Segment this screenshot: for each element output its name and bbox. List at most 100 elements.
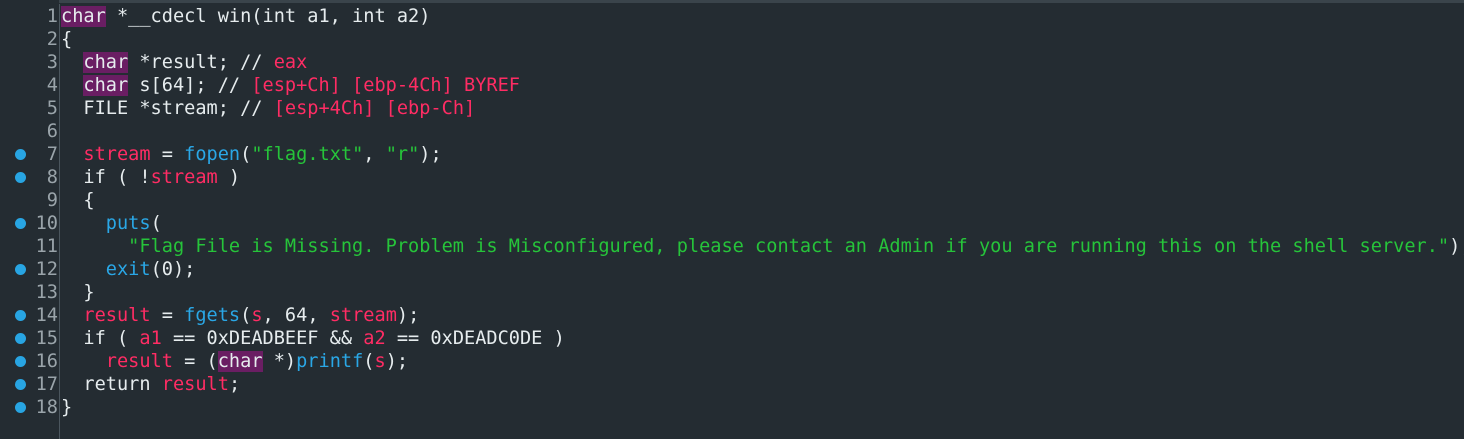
declaration[interactable]: FILE *stream; //	[83, 98, 273, 119]
variable[interactable]: s	[374, 351, 385, 372]
code-line-1[interactable]: 1 char *__cdecl win(int a1, int a2)	[0, 5, 1464, 28]
keyword[interactable]: if (	[83, 328, 139, 349]
line-number: 16	[35, 351, 58, 372]
line-number: 3	[46, 52, 58, 73]
line-number: 1	[46, 6, 58, 27]
pseudocode-editor[interactable]: 1 char *__cdecl win(int a1, int a2) 2 { …	[0, 0, 1464, 439]
code-text[interactable]: char *__cdecl win(int a1, int a2)	[61, 5, 430, 28]
function-call[interactable]: fopen	[184, 144, 240, 165]
comparison: == 0xDEADC0DE )	[385, 328, 565, 349]
code-text[interactable]: }	[61, 281, 94, 304]
code-line-16[interactable]: 16 result = (char *)printf(s);	[0, 350, 1464, 373]
code-line-6[interactable]: 6	[0, 120, 1464, 143]
paren: );	[396, 305, 420, 326]
breakpoint-icon[interactable]	[15, 333, 26, 344]
line-number: 4	[46, 75, 58, 96]
code-line-3[interactable]: 3 char *result; // eax	[0, 51, 1464, 74]
code-text[interactable]: result = (char *)printf(s);	[61, 350, 408, 373]
variable[interactable]: stream	[151, 167, 218, 188]
paren: );	[1449, 236, 1464, 257]
code-text[interactable]: {	[61, 189, 94, 212]
code-text[interactable]: {	[61, 28, 72, 51]
variable[interactable]: stream	[83, 144, 150, 165]
breakpoint-icon[interactable]	[15, 218, 26, 229]
brace[interactable]: }	[61, 397, 72, 418]
code-text[interactable]: return result;	[61, 373, 240, 396]
line-number: 6	[46, 121, 58, 142]
code-line-11[interactable]: 11 "Flag File is Missing. Problem is Mis…	[0, 235, 1464, 258]
function-call[interactable]: exit	[106, 259, 151, 280]
string-literal[interactable]: "Flag File is Missing. Problem is Miscon…	[128, 236, 1449, 257]
code-line-5[interactable]: 5 FILE *stream; // [esp+4Ch] [ebp-Ch]	[0, 97, 1464, 120]
signature[interactable]: *__cdecl win(int a1, int a2)	[106, 6, 430, 27]
register-comment: eax	[273, 52, 308, 73]
breakpoint-icon[interactable]	[15, 172, 26, 183]
code-text[interactable]: char *result; // eax	[61, 51, 307, 74]
type-keyword[interactable]: char	[217, 351, 263, 372]
declaration[interactable]: s[64]; //	[128, 75, 251, 96]
register-comment: [esp+4Ch] [ebp-Ch]	[273, 98, 476, 119]
code-text[interactable]: exit(0);	[61, 258, 196, 281]
code-line-17[interactable]: 17 return result;	[0, 373, 1464, 396]
function-call[interactable]: printf	[296, 351, 363, 372]
declaration[interactable]: *result; //	[128, 52, 274, 73]
code-text[interactable]: result = fgets(s, 64, stream);	[61, 304, 419, 327]
code-line-9[interactable]: 9 {	[0, 189, 1464, 212]
paren: (	[240, 144, 252, 165]
type-keyword[interactable]: char	[83, 52, 129, 73]
breakpoint-icon[interactable]	[15, 379, 26, 390]
variable[interactable]: stream	[330, 305, 397, 326]
code-line-2[interactable]: 2 {	[0, 28, 1464, 51]
code-text[interactable]: FILE *stream; // [esp+4Ch] [ebp-Ch]	[61, 97, 475, 120]
code-text[interactable]: "Flag File is Missing. Problem is Miscon…	[61, 235, 1464, 258]
comparison: == 0xDEADBEEF &&	[161, 328, 364, 349]
code-line-14[interactable]: 14 result = fgets(s, 64, stream);	[0, 304, 1464, 327]
code-line-12[interactable]: 12 exit(0);	[0, 258, 1464, 281]
comma: ,	[363, 144, 386, 165]
top-border	[0, 0, 1464, 3]
code-line-10[interactable]: 10 puts(	[0, 212, 1464, 235]
code-line-7[interactable]: 7 stream = fopen("flag.txt", "r");	[0, 143, 1464, 166]
code-text[interactable]: puts(	[61, 212, 162, 235]
string-literal[interactable]: "r"	[386, 144, 420, 165]
code-line-4[interactable]: 4 char s[64]; // [esp+Ch] [ebp-4Ch] BYRE…	[0, 74, 1464, 97]
code-line-13[interactable]: 13 }	[0, 281, 1464, 304]
keyword[interactable]: if ( !	[83, 167, 150, 188]
keyword[interactable]: return	[83, 374, 161, 395]
code-text[interactable]: stream = fopen("flag.txt", "r");	[61, 143, 441, 166]
breakpoint-icon[interactable]	[15, 356, 26, 367]
breakpoint-icon[interactable]	[15, 310, 26, 321]
variable[interactable]: result	[106, 351, 173, 372]
breakpoint-icon[interactable]	[15, 264, 26, 275]
brace[interactable]: }	[83, 282, 94, 303]
code-text[interactable]: }	[61, 396, 72, 419]
variable[interactable]: result	[83, 305, 150, 326]
function-call[interactable]: puts	[106, 213, 151, 234]
brace[interactable]: {	[61, 29, 72, 50]
code-line-18[interactable]: 18 }	[0, 396, 1464, 419]
code-text[interactable]: if ( a1 == 0xDEADBEEF && a2 == 0xDEADC0D…	[61, 327, 565, 350]
string-literal[interactable]: "flag.txt"	[251, 144, 363, 165]
line-number: 12	[35, 259, 58, 280]
variable[interactable]: s	[251, 305, 262, 326]
breakpoint-icon[interactable]	[15, 149, 26, 160]
variable[interactable]: a1	[139, 328, 161, 349]
code-line-15[interactable]: 15 if ( a1 == 0xDEADBEEF && a2 == 0xDEAD…	[0, 327, 1464, 350]
line-number: 8	[46, 167, 58, 188]
cast-close: *)	[262, 351, 297, 372]
code-text[interactable]: if ( !stream )	[61, 166, 240, 189]
breakpoint-icon[interactable]	[15, 402, 26, 413]
brace[interactable]: {	[83, 190, 94, 211]
function-call[interactable]: fgets	[184, 305, 240, 326]
code-line-8[interactable]: 8 if ( !stream )	[0, 166, 1464, 189]
type-keyword[interactable]: char	[83, 75, 129, 96]
variable[interactable]: a2	[363, 328, 385, 349]
type-keyword[interactable]: char	[61, 6, 106, 27]
code-text[interactable]: char s[64]; // [esp+Ch] [ebp-4Ch] BYREF	[61, 74, 520, 97]
variable[interactable]: result	[162, 374, 229, 395]
